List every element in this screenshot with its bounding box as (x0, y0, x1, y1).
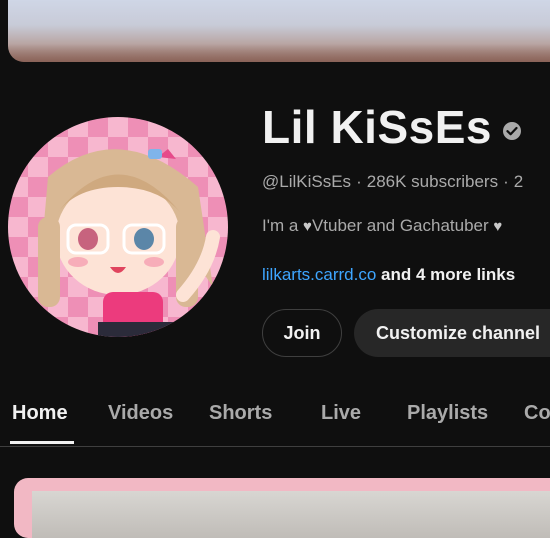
channel-name-row: Lil KiSsEs (262, 100, 522, 154)
more-links-button[interactable]: and 4 more links (376, 265, 515, 284)
channel-links: lilkarts.carrd.co and 4 more links (262, 265, 515, 285)
description-text-end: Vtuber and Gachatuber (311, 216, 494, 235)
channel-name: Lil KiSsEs (262, 101, 492, 153)
channel-description[interactable]: I'm a ♥Vtuber and Gachatuber ♥ (262, 216, 502, 236)
channel-avatar[interactable] (8, 117, 228, 337)
description-text-start: I'm a (262, 216, 304, 235)
tab-live[interactable]: Live (321, 402, 361, 425)
active-tab-indicator (10, 441, 74, 444)
tab-playlists[interactable]: Playlists (407, 402, 488, 425)
verified-check-icon (502, 122, 521, 140)
avatar-illustration (8, 117, 228, 337)
channel-meta: @LilKiSsEs · 286K subscribers · 2 (262, 172, 524, 191)
channel-banner (8, 0, 550, 62)
meta-overflow: 2 (513, 172, 524, 191)
video-thumbnail[interactable] (32, 491, 550, 538)
channel-link[interactable]: lilkarts.carrd.co (262, 265, 376, 284)
join-button[interactable]: Join (262, 309, 342, 357)
heart-icon: ♥ (303, 218, 312, 235)
featured-video-card[interactable] (14, 478, 550, 538)
subscriber-count: 286K subscribers (366, 172, 499, 191)
customize-channel-button[interactable]: Customize channel (354, 309, 550, 357)
tab-community[interactable]: Co (524, 402, 550, 425)
channel-handle: @LilKiSsEs (262, 172, 352, 191)
heart-icon: ♥ (493, 218, 503, 235)
tab-videos[interactable]: Videos (108, 402, 173, 425)
tab-home[interactable]: Home (12, 402, 68, 425)
channel-tabs: Home Videos Shorts Live Playlists Co (0, 385, 550, 447)
tab-shorts[interactable]: Shorts (209, 402, 272, 425)
